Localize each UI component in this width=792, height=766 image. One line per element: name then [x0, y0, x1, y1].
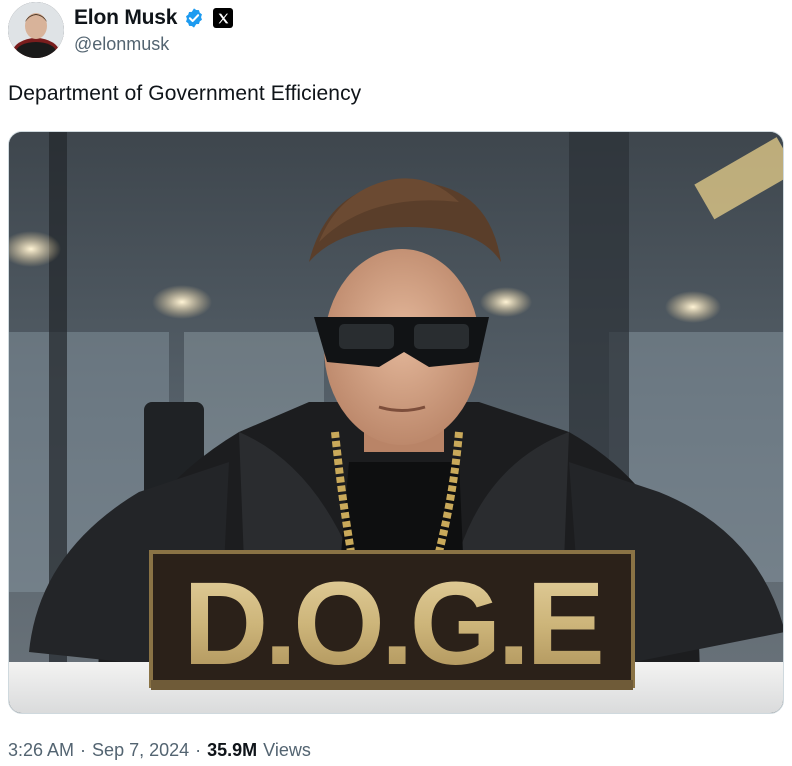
views-count[interactable]: 35.9M	[207, 740, 257, 761]
display-name[interactable]: Elon Musk	[74, 6, 177, 30]
tweet-header: Elon Musk @elonmusk	[8, 2, 784, 62]
tweet-time[interactable]: 3:26 AM	[8, 740, 74, 761]
separator: ·	[80, 740, 87, 760]
views-label: Views	[263, 740, 311, 760]
verified-badge-icon[interactable]	[183, 7, 205, 29]
tweet-text: Department of Government Efficiency	[8, 82, 362, 105]
separator: ·	[195, 740, 202, 760]
sign-text: D.O.G.E	[183, 558, 601, 690]
tweet-media-image[interactable]: D.O.G.E	[8, 131, 784, 714]
tweet-meta: 3:26 AM · Sep 7, 2024 · 35.9M Views	[8, 740, 311, 761]
tweet-date[interactable]: Sep 7, 2024	[92, 740, 189, 761]
avatar[interactable]	[8, 2, 64, 58]
handle[interactable]: @elonmusk	[74, 34, 233, 55]
x-logo-icon[interactable]	[213, 8, 234, 28]
